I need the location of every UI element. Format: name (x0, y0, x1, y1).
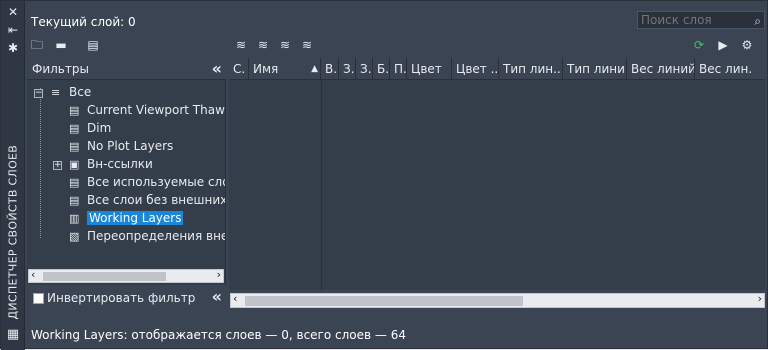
set-current-icon[interactable]: ≋ (299, 38, 315, 52)
column-on[interactable]: В. (321, 58, 339, 80)
column-lineweight[interactable]: Вес линий (627, 58, 695, 80)
filters-header: Фильтры « (27, 58, 226, 80)
properties-icon[interactable]: ✱ (5, 41, 21, 55)
tree-item[interactable]: ▤ Current Viewport Thawed (69, 102, 225, 119)
search-icon[interactable]: ⌕ (754, 13, 761, 29)
filter-icon: ▤ (69, 140, 80, 153)
column-color-vp[interactable]: Цвет ... (452, 58, 499, 80)
column-linetype-vp[interactable]: Тип лини... (563, 58, 627, 80)
column-new-vp[interactable]: П. (390, 58, 407, 80)
new-group-filter-icon[interactable]: ▬ (53, 38, 69, 52)
tree-item[interactable]: ▤ Dim (69, 120, 111, 137)
column-plot[interactable]: Б. (373, 58, 390, 80)
gear-icon[interactable]: ⚙ (739, 38, 755, 52)
tree-item[interactable]: ▣ Вн-ссылки (69, 156, 153, 173)
layer-palette-icon: ▦ (6, 327, 20, 342)
override-filter-icon: ▧ (69, 230, 80, 243)
column-freeze[interactable]: З. (339, 58, 356, 80)
invert-filter-row: Инвертировать фильтр « (27, 287, 226, 309)
filter-icon: ▤ (69, 194, 80, 207)
tree-item[interactable]: ▤ No Plot Layers (69, 138, 173, 155)
layer-toolbar: ≋ ≋ ≋ ≋ (233, 38, 315, 54)
sort-ascending-icon: ▲ (311, 64, 318, 74)
tree-item-selected[interactable]: ▥ Working Layers (69, 210, 184, 227)
column-lock[interactable]: З. (356, 58, 373, 80)
expand-icon[interactable]: + (53, 161, 62, 170)
tree-horizontal-scrollbar[interactable]: ‹ › (28, 268, 224, 283)
scroll-right-icon[interactable]: › (758, 292, 762, 305)
layer-grid-header: С. Имя ▲ В. З. З. Б. П. Цвет Цвет ... Тип… (229, 58, 765, 80)
tree-connector (40, 88, 41, 238)
layer-states-manager-icon[interactable]: ▤ (85, 38, 101, 52)
filter-icon: ▤ (69, 104, 80, 117)
layers-stack-icon: ≡ (51, 86, 61, 99)
auto-hide-icon[interactable]: ⇤ (5, 23, 21, 37)
tree-item[interactable]: ▧Переопределения внешних (69, 228, 225, 245)
new-layer-vp-frozen-icon[interactable]: ≋ (255, 38, 271, 52)
grid-toolbar: ⟳ ▶ ⚙ (691, 38, 755, 52)
group-filter-icon: ▥ (69, 212, 80, 225)
tree-item-all[interactable]: ≡ Все (51, 84, 91, 101)
invert-filter-checkbox[interactable] (33, 293, 44, 304)
delete-layer-icon[interactable]: ≋ (277, 38, 293, 52)
new-property-filter-icon[interactable]: 🗀 (29, 38, 45, 52)
scrollbar-thumb[interactable] (43, 272, 166, 281)
tree-item[interactable]: ▤Все слои без внешних ссылок (69, 192, 225, 209)
status-bar-text: Working Layers: отображается слоев — 0, … (31, 328, 406, 342)
palette-title: ДИСПЕТЧЕР СВОЙСТВ СЛОЕВ (6, 144, 20, 320)
xref-filter-icon: ▣ (69, 158, 80, 171)
column-status[interactable]: С. (229, 58, 249, 80)
collapse-filters-bottom-icon[interactable]: « (212, 287, 222, 306)
column-name[interactable]: Имя ▲ (249, 58, 321, 80)
scroll-left-icon[interactable]: ‹ (233, 292, 237, 305)
filter-tree[interactable]: − ≡ Все ▤ Current Viewport Thawed ▤ Dim ▤ No… (27, 80, 226, 285)
layer-settings-icon[interactable]: ▶ (715, 38, 731, 52)
new-layer-icon[interactable]: ≋ (233, 38, 249, 52)
column-color[interactable]: Цвет (407, 58, 452, 80)
filter-icon: ▤ (69, 176, 80, 189)
refresh-icon[interactable]: ⟳ (691, 38, 707, 52)
layer-properties-manager: ✕ ⇤ ✱ ДИСПЕТЧЕР СВОЙСТВ СЛОЕВ ▦ Текущий … (0, 0, 768, 350)
current-layer-label: Текущий слой: 0 (31, 15, 136, 29)
column-divider (321, 80, 322, 290)
layer-grid[interactable] (229, 80, 765, 290)
column-lineweight-vp[interactable]: Вес лин... (695, 58, 753, 80)
filter-icon: ▤ (69, 122, 80, 135)
filters-title: Фильтры (32, 62, 89, 76)
filter-toolbar: 🗀 ▬ ▤ (29, 38, 101, 54)
grid-horizontal-scrollbar[interactable]: ‹ › (230, 292, 765, 308)
scroll-left-icon[interactable]: ‹ (31, 268, 35, 281)
search-box[interactable]: ⌕ (637, 11, 765, 29)
invert-filter-label: Инвертировать фильтр (47, 291, 196, 305)
collapse-filters-icon[interactable]: « (212, 59, 222, 78)
collapse-all-icon[interactable]: − (34, 89, 43, 98)
column-linetype[interactable]: Тип лин... (499, 58, 563, 80)
palette-title-bar[interactable]: ✕ ⇤ ✱ ДИСПЕТЧЕР СВОЙСТВ СЛОЕВ ▦ (1, 1, 25, 350)
search-input[interactable] (641, 13, 746, 27)
scrollbar-thumb[interactable] (245, 296, 523, 306)
tree-item[interactable]: ▤ Все используемые слои (69, 174, 225, 191)
scroll-right-icon[interactable]: › (217, 268, 221, 281)
close-icon[interactable]: ✕ (5, 5, 21, 19)
